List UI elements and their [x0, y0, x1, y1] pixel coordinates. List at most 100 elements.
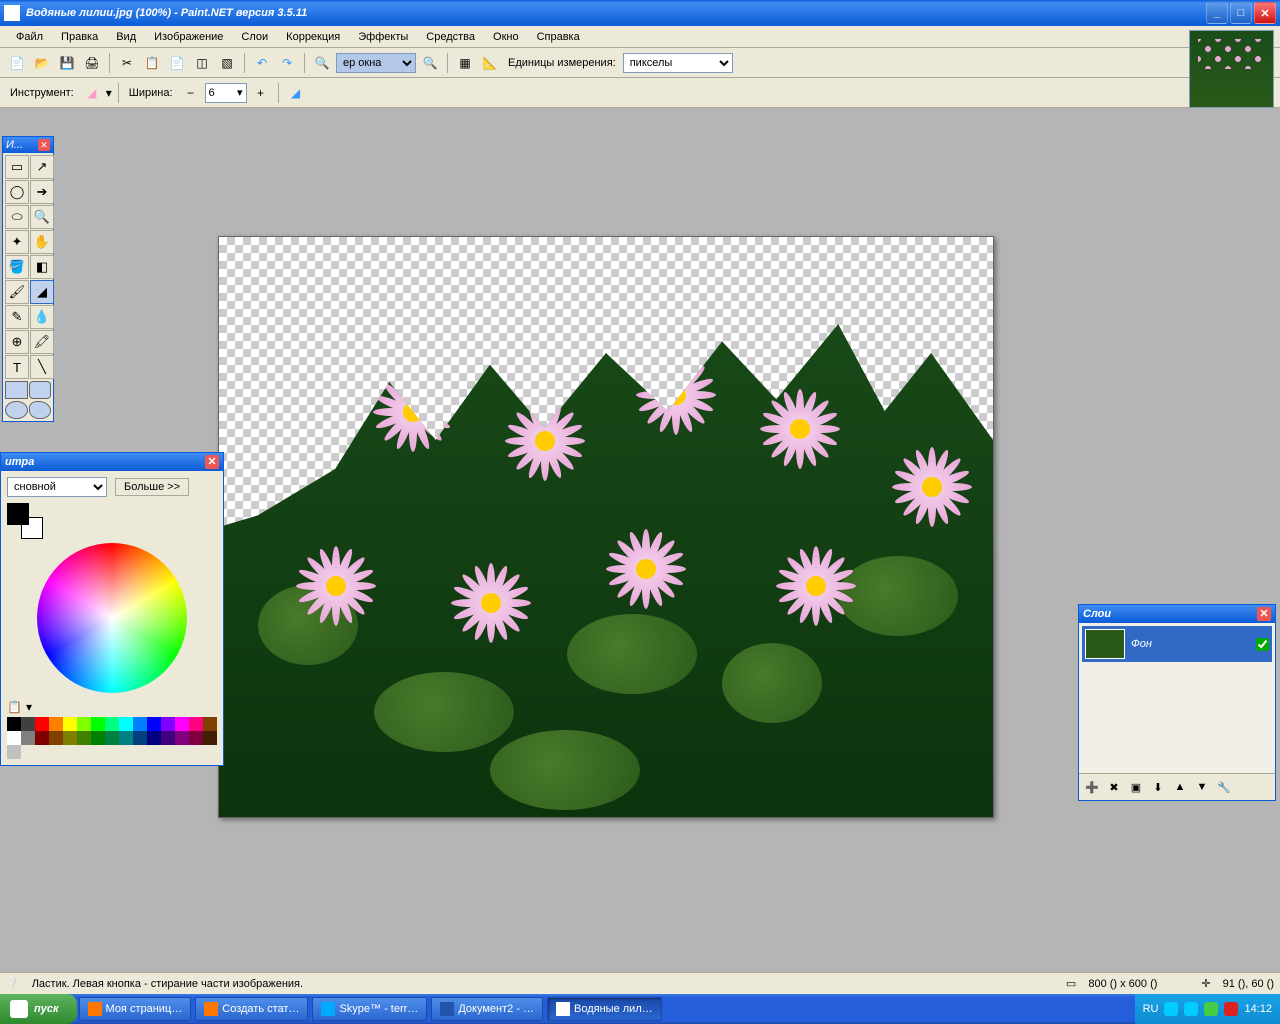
taskbar-item[interactable]: Моя страниц…	[79, 997, 192, 1021]
cut-icon[interactable]: ✂	[116, 52, 138, 74]
palette-swatch[interactable]	[161, 717, 175, 731]
zoom-tool[interactable]: 🔍	[30, 205, 54, 229]
palette-swatch[interactable]	[77, 717, 91, 731]
current-tool-icon[interactable]: ◢	[81, 82, 103, 104]
rect-select-tool[interactable]: ▭	[5, 155, 29, 179]
canvas[interactable]	[218, 236, 994, 818]
width-minus-icon[interactable]: −	[180, 82, 202, 104]
duplicate-layer-icon[interactable]: ▣	[1126, 777, 1146, 797]
taskbar-item[interactable]: Создать стат…	[195, 997, 308, 1021]
layers-close-icon[interactable]: ✕	[1257, 607, 1271, 621]
menu-layers[interactable]: Слои	[233, 29, 276, 45]
lasso-tool[interactable]: ◯	[5, 180, 29, 204]
palette-swatch[interactable]	[189, 717, 203, 731]
palette-swatch[interactable]	[147, 731, 161, 745]
tray-icon[interactable]	[1224, 1002, 1238, 1016]
brush-tool[interactable]: 🖌	[5, 280, 29, 304]
recolor-tool[interactable]: 🖍	[30, 330, 54, 354]
taskbar-item[interactable]: Skype™ - terr…	[312, 997, 427, 1021]
paste-icon[interactable]: 📄	[166, 52, 188, 74]
image-thumbnail[interactable]	[1189, 30, 1274, 108]
palette-swatch[interactable]	[7, 731, 21, 745]
colors-close-icon[interactable]: ✕	[205, 455, 219, 469]
menu-help[interactable]: Справка	[529, 29, 588, 45]
palette-swatch[interactable]	[7, 717, 21, 731]
eraser-tool[interactable]: ◢	[30, 280, 54, 304]
ellipse-shape[interactable]	[5, 401, 28, 419]
palette-swatch[interactable]	[133, 731, 147, 745]
menu-adjust[interactable]: Коррекция	[278, 29, 348, 45]
palette-swatch[interactable]	[189, 731, 203, 745]
pan-tool[interactable]: ✋	[30, 230, 54, 254]
palette-swatch[interactable]	[91, 731, 105, 745]
palette-swatch[interactable]	[21, 731, 35, 745]
crop-icon[interactable]: ◫	[191, 52, 213, 74]
text-tool[interactable]: T	[5, 355, 29, 379]
color-mode-combo[interactable]: сновной	[7, 477, 107, 497]
maximize-button[interactable]: □	[1230, 2, 1252, 24]
palette-swatch[interactable]	[105, 731, 119, 745]
fg-bg-swatch[interactable]	[7, 503, 43, 539]
minimize-button[interactable]: _	[1206, 2, 1228, 24]
new-icon[interactable]: 📄	[6, 52, 28, 74]
antialias-icon[interactable]: ◢	[285, 82, 307, 104]
tray-icon[interactable]	[1204, 1002, 1218, 1016]
line-tool[interactable]: ╲	[30, 355, 54, 379]
menu-file[interactable]: Файл	[8, 29, 51, 45]
menu-tools[interactable]: Средства	[418, 29, 483, 45]
color-palette[interactable]	[7, 717, 217, 759]
palette-add-icon[interactable]: 📋	[7, 701, 22, 713]
taskbar-item[interactable]: Документ2 - …	[431, 997, 543, 1021]
palette-swatch[interactable]	[63, 731, 77, 745]
gradient-tool[interactable]: ◧	[30, 255, 54, 279]
tray-icon[interactable]	[1164, 1002, 1178, 1016]
freeform-shape[interactable]	[29, 401, 52, 419]
merge-down-icon[interactable]: ⬇	[1148, 777, 1168, 797]
width-plus-icon[interactable]: +	[250, 82, 272, 104]
palette-swatch[interactable]	[147, 717, 161, 731]
palette-swatch[interactable]	[7, 745, 21, 759]
palette-swatch[interactable]	[203, 731, 217, 745]
tools-close-icon[interactable]: ✕	[38, 139, 50, 151]
start-button[interactable]: пуск	[0, 994, 77, 1024]
palette-swatch[interactable]	[91, 717, 105, 731]
system-tray[interactable]: RU 14:12	[1135, 994, 1280, 1024]
menu-edit[interactable]: Правка	[53, 29, 106, 45]
palette-swatch[interactable]	[133, 717, 147, 731]
deselect-icon[interactable]: ▧	[216, 52, 238, 74]
palette-swatch[interactable]	[119, 717, 133, 731]
brush-width-input[interactable]: 6▾	[205, 83, 247, 103]
tray-icon[interactable]	[1184, 1002, 1198, 1016]
copy-icon[interactable]: 📋	[141, 52, 163, 74]
palette-swatch[interactable]	[49, 717, 63, 731]
zoom-in-icon[interactable]: 🔍	[419, 52, 441, 74]
palette-swatch[interactable]	[203, 717, 217, 731]
ruler-icon[interactable]: 📐	[479, 52, 501, 74]
units-combo[interactable]: пикселы	[623, 53, 733, 73]
ellipse-select-tool[interactable]: ⬭	[5, 205, 29, 229]
palette-swatch[interactable]	[35, 717, 49, 731]
redo-icon[interactable]: ↷	[276, 52, 298, 74]
move-sel-tool[interactable]: ↗	[30, 155, 54, 179]
fg-color[interactable]	[7, 503, 29, 525]
palette-swatch[interactable]	[35, 731, 49, 745]
clock[interactable]: 14:12	[1244, 1003, 1272, 1015]
palette-swatch[interactable]	[175, 731, 189, 745]
picker-tool[interactable]: 💧	[30, 305, 54, 329]
menu-window[interactable]: Окно	[485, 29, 527, 45]
taskbar-item-active[interactable]: Водяные лил…	[547, 997, 662, 1021]
palette-swatch[interactable]	[175, 717, 189, 731]
language-indicator[interactable]: RU	[1143, 1003, 1159, 1015]
palette-swatch[interactable]	[63, 717, 77, 731]
save-icon[interactable]: 💾	[56, 52, 78, 74]
close-button[interactable]: ✕	[1254, 2, 1276, 24]
layer-visible-checkbox[interactable]	[1256, 638, 1269, 651]
clone-tool[interactable]: ⊕	[5, 330, 29, 354]
color-wheel[interactable]	[37, 543, 187, 693]
roundrect-shape[interactable]	[29, 381, 52, 399]
fill-tool[interactable]: 🪣	[5, 255, 29, 279]
move-down-icon[interactable]: ▼	[1192, 777, 1212, 797]
palette-swatch[interactable]	[119, 731, 133, 745]
magic-wand-tool[interactable]: ✦	[5, 230, 29, 254]
add-layer-icon[interactable]: ➕	[1082, 777, 1102, 797]
